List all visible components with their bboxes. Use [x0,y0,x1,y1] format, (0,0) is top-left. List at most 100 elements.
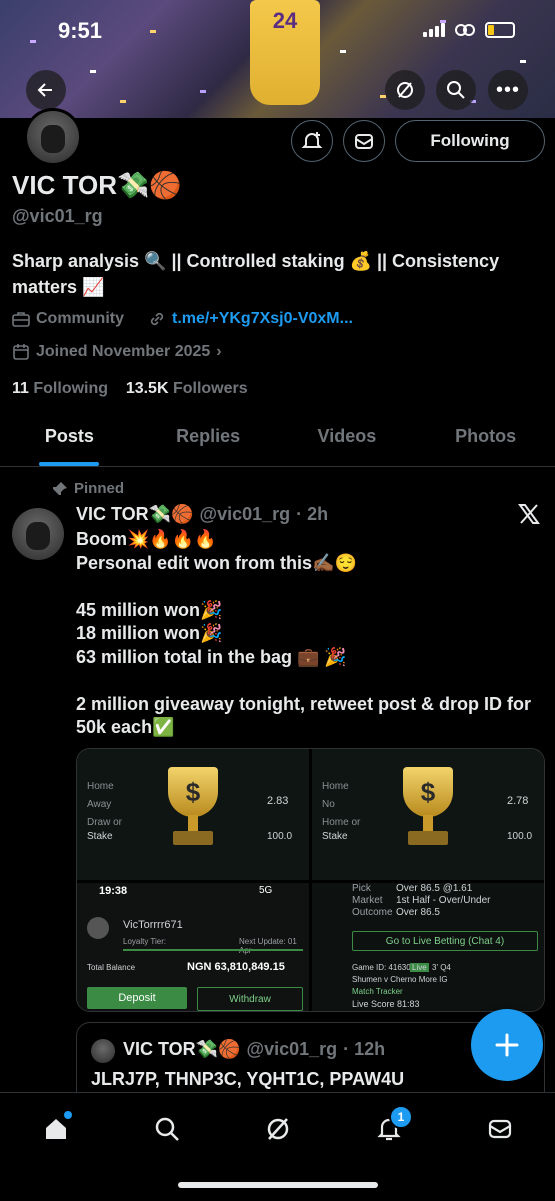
tile2-stake-label: Stake [322,831,348,842]
tile1-stake-label: Stake [87,831,113,842]
tile4-live-badge: Live [410,963,429,972]
follow-counts: 11 Following 13.5K Followers [12,380,248,398]
tile4-tracker: Match Tracker [352,987,403,996]
search-icon [155,1117,179,1141]
trophy-icon: $ [393,767,463,857]
pin-icon [53,481,67,495]
nav-home[interactable] [36,1109,76,1149]
notification-badge: 1 [389,1105,413,1129]
mail-icon [488,1119,512,1139]
meta-joined[interactable]: Joined November 2025 › [12,343,222,361]
compose-button[interactable] [471,1009,543,1081]
tile3-withdraw-button: Withdraw [197,987,303,1011]
following-label: Following [33,380,109,397]
link-status-icon [455,24,475,36]
profile-bio: Sharp analysis 🔍 || Controlled staking 💰… [12,251,500,297]
profile-handle: @vic01_rg [12,206,103,226]
tab-replies[interactable]: Replies [139,414,278,466]
chevron-right-icon: › [216,343,222,360]
quote-time: · 12h [343,1039,386,1059]
search-button[interactable] [436,70,476,110]
tile3-balance: NGN 63,810,849.15 [187,961,285,973]
followers-count-link[interactable]: 13.5K Followers [126,380,248,397]
tile4-teams: Shumen v Cherno More IG [352,975,448,984]
grok-button[interactable] [385,70,425,110]
followers-count: 13.5K [125,380,169,397]
tile3-progress [123,949,303,951]
profile-link[interactable]: t.me/+YKg7Xsj0-V0xM... [172,310,353,328]
post-time: · 2h [296,504,329,524]
mail-icon [355,134,373,149]
post-body: Boom💥🔥🔥🔥 Personal edit won from this✍🏾😌 … [76,529,532,737]
search-icon [447,81,465,99]
post-header: VIC TOR💸🏀 @vic01_rg · 2h [76,504,328,525]
bell-plus-icon [301,132,323,148]
jersey-number: 24 [272,8,298,33]
tile3-loyalty: Loyalty Tier: [123,937,167,946]
quote-author-name: VIC TOR💸🏀 [123,1039,241,1059]
nav-search[interactable] [147,1109,187,1149]
nav-grok[interactable] [258,1109,298,1149]
following-button[interactable]: Following [395,120,545,162]
signal-icon [423,23,445,37]
tile1-line-3: Draw or [87,817,123,828]
tile3-balance-label: Total Balance [87,963,136,972]
quote-header: VIC TOR💸🏀 @vic01_rg · 12h [123,1039,385,1060]
link-icon [150,312,164,326]
tile4-market-label: Market [352,895,383,906]
tile3-next-update: Next Update: 01 Apr [239,937,297,955]
tile4-live-button: Go to Live Betting (Chat 4) [352,931,538,951]
tab-photos[interactable]: Photos [416,414,555,466]
tile4-quarter: 3' Q4 [432,963,451,972]
display-name: VIC TOR💸🏀 [12,170,182,200]
tile2-line-2: No [322,799,335,810]
status-time: 9:51 [58,18,103,43]
quote-author-handle: @vic01_rg [246,1039,338,1059]
notify-button[interactable] [291,120,333,162]
media-tile-1[interactable]: Home Away Draw or Stake 2.83 100.0 $ [77,749,309,880]
more-icon: ••• [495,78,520,101]
pinned-indicator: Pinned [52,480,124,497]
tab-videos[interactable]: Videos [278,414,417,466]
tile4-pick: Over 86.5 @1.61 [396,883,473,894]
post-media-grid[interactable]: Home Away Draw or Stake 2.83 100.0 $ Hom… [76,748,545,1012]
tile1-stake: 100.0 [267,831,293,842]
joined-date: Joined November 2025 [36,343,211,360]
home-unread-dot [64,1111,72,1119]
post-author-name[interactable]: VIC TOR💸🏀 [76,504,194,525]
tab-posts[interactable]: Posts [0,414,139,466]
grok-icon [267,1118,289,1140]
quote-body: JLRJ7P, THNP3C, YQHT1C, PPAW4U [91,1069,405,1089]
tile4-outcome-label: Outcome [352,907,393,918]
back-button[interactable] [26,70,66,110]
media-tile-3[interactable]: 19:38 5G VicTorrrr671 Loyalty Tier: Next… [77,883,309,1011]
grok-icon [397,82,413,98]
media-tile-2[interactable]: Home No Home or Stake 2.78 100.0 $ [312,749,544,880]
nav-messages[interactable] [480,1109,520,1149]
followers-label: Followers [172,380,248,397]
tile3-avatar [87,917,109,939]
media-tile-4[interactable]: Pick Over 86.5 @1.61 Market 1st Half - O… [312,883,544,1011]
post-avatar[interactable] [12,508,64,560]
tile1-line-1: Home [87,781,114,792]
message-button[interactable] [343,120,385,162]
meta-category-link: Community t.me/+YKg7Xsj0-V0xM... [12,310,353,328]
tile1-line-2: Away [87,799,112,810]
nav-notifications[interactable]: 1 [369,1105,413,1149]
tile2-odds: 2.78 [507,795,529,807]
following-count-link[interactable]: 11 Following [12,380,108,397]
following-count: 11 [12,380,29,397]
post-author-handle[interactable]: @vic01_rg [200,504,291,525]
tile3-deposit-button: Deposit [87,987,187,1009]
tile2-line-3: Home or [322,817,361,828]
tile3-time: 19:38 [99,885,128,897]
quote-avatar [91,1039,115,1063]
tile4-market: 1st Half - Over/Under [396,895,491,906]
profile-avatar[interactable] [24,108,82,166]
tile2-line-1: Home [322,781,349,792]
battery-icon [485,22,515,38]
more-button[interactable]: ••• [488,70,528,110]
tile4-pick-label: Pick [352,883,371,894]
trophy-icon: $ [158,767,228,857]
tile4-outcome: Over 86.5 [396,907,440,918]
